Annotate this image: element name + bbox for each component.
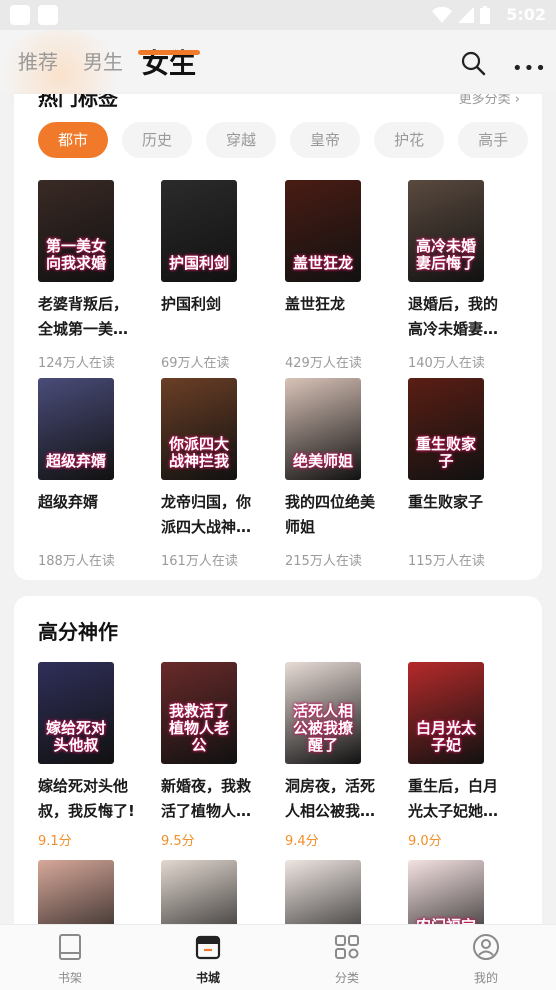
book-title[interactable]: 老婆背叛后，全城第一美… [38,292,138,342]
book-rating: 9.4分 [285,834,319,849]
book-title[interactable]: 退婚后，我的高冷未婚妻… [408,292,508,342]
nav-category[interactable]: 分类 [307,933,387,986]
bookstore-icon [195,935,221,960]
hot-tags-section: 热门标签 更多分类 › 都市 历史 穿越 皇帝 护花 高手 逆袭 第一美女向我求… [14,94,542,580]
book-rating: 9.1分 [38,834,72,849]
category-icon [335,935,359,959]
reader-count: 215万人在读 [285,554,362,569]
cover-title: 你派四大战神拦我 [168,435,229,470]
profile-icon [473,934,499,960]
cover-title: 第一美女向我求婚 [45,237,106,272]
nav-label: 我的 [473,971,498,985]
tag-chip[interactable]: 穿越 [206,122,277,158]
book-item[interactable]: 超级弃婿 超级弃婿 188万人在读 [38,378,138,569]
book-title[interactable]: 超级弃婿 [38,490,138,540]
book-rating: 9.0分 [408,834,442,849]
reader-count: 161万人在读 [161,554,238,569]
reader-count: 429万人在读 [285,356,362,371]
book-item[interactable]: 嫁给死对头他叔嫁给死对头他叔，我反悔了! 9.1分 [38,662,138,849]
nav-label: 分类 [334,971,359,985]
book-title[interactable]: 重生败家子 [408,490,508,540]
tag-chip[interactable]: 高手 [458,122,529,158]
tag-chip[interactable]: 皇帝 [290,122,361,158]
book-cover[interactable]: 第一美女向我求婚 [38,180,114,282]
book-cover[interactable]: 重生败家子 [408,378,484,480]
book-title[interactable]: 我的四位绝美师姐 [285,490,385,540]
book-item[interactable]: 重生败家子 重生败家子 115万人在读 [408,378,508,569]
book-item[interactable]: 活死人相公被我撩醒了洞房夜，活死人相公被我… 9.4分 [285,662,385,849]
book-item[interactable]: 我救活了植物人老公新婚夜，我救活了植物人… 9.5分 [161,662,261,849]
cover-title: 重生败家子 [415,435,476,470]
reader-count: 124万人在读 [38,356,115,371]
book-cover[interactable]: 护国利剑 [161,180,237,282]
book-title[interactable]: 洞房夜，活死人相公被我… [285,774,385,824]
tag-chip[interactable]: 都市 [38,122,109,158]
reader-count: 188万人在读 [38,554,115,569]
status-icons [432,6,490,24]
reader-count: 115万人在读 [408,554,485,569]
more-options-icon[interactable]: ••• [512,58,547,79]
book-item[interactable]: 白月光太子妃重生后，白月光太子妃她… 9.0分 [408,662,508,849]
book-cover[interactable]: 活死人相公被我撩醒了 [285,662,361,764]
battery-icon [480,6,490,24]
cover-title: 我救活了植物人老公 [168,702,229,754]
book-cover[interactable]: 嫁给死对头他叔 [38,662,114,764]
wifi-icon [432,7,452,23]
tab-female[interactable]: 女生 [142,42,196,81]
active-tab-indicator [138,50,200,55]
book-title[interactable]: 新婚夜，我救活了植物人… [161,774,261,824]
book-item[interactable]: 盖世狂龙 盖世狂龙 429万人在读 [285,180,385,371]
nav-label: 书城 [195,971,220,985]
notification-icon [38,5,58,25]
notification-icon [10,5,30,25]
section-title: 高分神作 [38,620,118,644]
book-cover[interactable]: 超级弃婿 [38,378,114,480]
cover-title: 盖世狂龙 [292,254,353,272]
book-title[interactable]: 重生后，白月光太子妃她… [408,774,508,824]
tag-chips: 都市 历史 穿越 皇帝 护花 高手 逆袭 [38,122,542,158]
book-cover[interactable]: 高冷未婚妻后悔了 [408,180,484,282]
book-title[interactable]: 嫁给死对头他叔，我反悔了! [38,774,138,824]
bookshelf-icon [59,934,81,960]
cover-title: 护国利剑 [168,254,229,272]
book-cover[interactable]: 我救活了植物人老公 [161,662,237,764]
nav-bookstore[interactable]: 书城 [168,933,248,986]
cover-title: 超级弃婿 [45,452,106,470]
cover-title: 高冷未婚妻后悔了 [415,237,476,272]
book-rating: 9.5分 [161,834,195,849]
nav-bookshelf[interactable]: 书架 [30,933,110,986]
nav-label: 书架 [57,971,82,985]
book-item[interactable]: 高冷未婚妻后悔了退婚后，我的高冷未婚妻… 140万人在读 [408,180,508,371]
book-title[interactable]: 龙帝归国，你派四大战神… [161,490,261,540]
book-item[interactable]: 你派四大战神拦我龙帝归国，你派四大战神… 161万人在读 [161,378,261,569]
tag-chip[interactable]: 护花 [374,122,445,158]
cover-title: 白月光太子妃 [415,719,476,754]
book-title[interactable]: 盖世狂龙 [285,292,385,342]
reader-count: 69万人在读 [161,356,230,371]
reader-count: 140万人在读 [408,356,485,371]
nav-profile[interactable]: 我的 [446,933,526,986]
more-categories-link[interactable]: 更多分类 › [459,94,520,107]
top-rated-section: 高分神作 嫁给死对头他叔嫁给死对头他叔，我反悔了! 9.1分 我救活了植物人老公新婚… [14,596,542,936]
book-item[interactable]: 第一美女向我求婚老婆背叛后，全城第一美… 124万人在读 [38,180,138,371]
book-cover[interactable]: 盖世狂龙 [285,180,361,282]
tag-chip[interactable]: 历史 [122,122,193,158]
search-icon[interactable] [460,50,486,76]
section-title: 热门标签 [38,94,118,110]
book-item[interactable]: 绝美师姐我的四位绝美师姐 215万人在读 [285,378,385,569]
book-cover[interactable]: 绝美师姐 [285,378,361,480]
tab-recommend[interactable]: 推荐 [18,46,58,75]
tab-male[interactable]: 男生 [83,46,123,75]
cover-title: 嫁给死对头他叔 [45,719,106,754]
status-bar: 5:02 [0,0,556,30]
cover-title: 活死人相公被我撩醒了 [292,702,353,754]
cover-title: 绝美师姐 [292,452,353,470]
book-title[interactable]: 护国利剑 [161,292,261,342]
book-cover[interactable]: 你派四大战神拦我 [161,378,237,480]
bottom-navigation: 书架 书城 分类 我的 [0,924,556,990]
book-item[interactable]: 护国利剑 护国利剑 69万人在读 [161,180,261,371]
signal-icon [458,7,474,23]
clock: 5:02 [506,5,546,24]
book-cover[interactable]: 白月光太子妃 [408,662,484,764]
